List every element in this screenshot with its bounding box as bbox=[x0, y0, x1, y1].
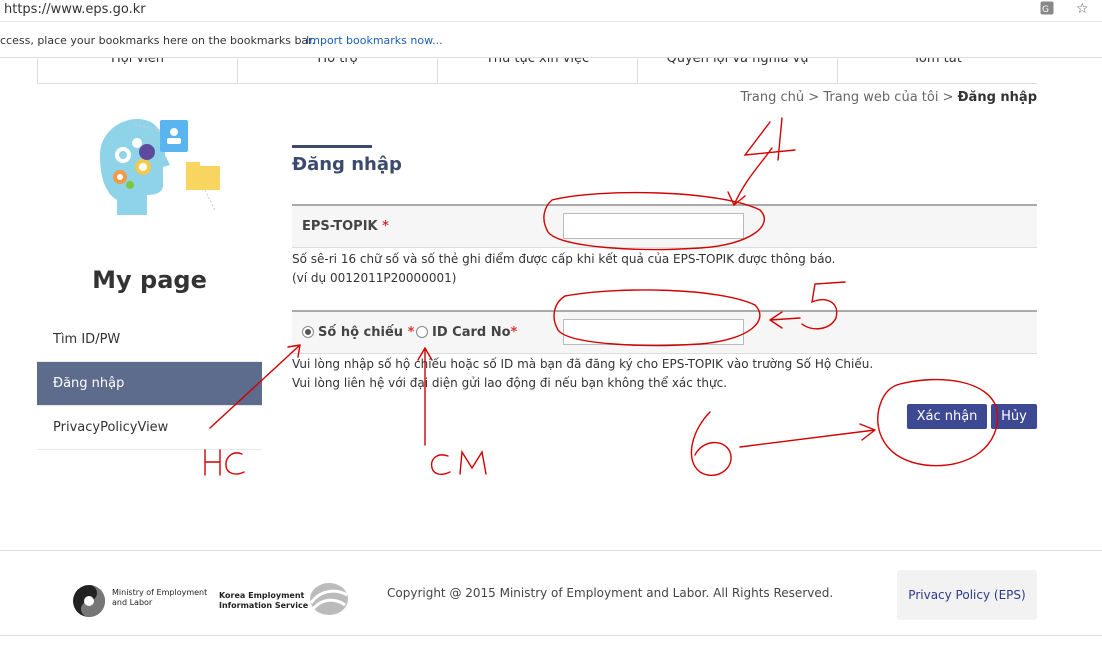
ministry-emblem-icon bbox=[73, 585, 105, 617]
breadcrumb: Trang chủ > Trang web của tôi > Đăng nhậ… bbox=[740, 90, 1037, 105]
head-gears-illustration bbox=[100, 119, 220, 215]
sidebar-item-find-id[interactable]: Tìm ID/PW bbox=[37, 318, 262, 362]
sidebar-item-privacy-policy[interactable]: PrivacyPolicyView bbox=[37, 406, 262, 450]
passport-radio[interactable] bbox=[302, 326, 314, 338]
passport-input[interactable] bbox=[563, 319, 744, 345]
keis-emblem-icon bbox=[309, 583, 348, 615]
address-bar[interactable]: https://www.eps.go.kr G ☆ bbox=[0, 0, 1102, 22]
annotation-digit-6 bbox=[690, 411, 732, 477]
id-help-text: Vui lòng nhập số hộ chiếu hoặc số ID mà … bbox=[292, 357, 874, 390]
import-bookmarks-link[interactable]: Import bookmarks now... bbox=[306, 34, 443, 47]
breadcrumb-home[interactable]: Trang chủ bbox=[741, 90, 805, 105]
breadcrumb-current: Đăng nhập bbox=[957, 90, 1037, 105]
bookmark-star-icon[interactable]: ☆ bbox=[1076, 1, 1089, 17]
sidebar-menu: Tìm ID/PW Đăng nhập PrivacyPolicyView bbox=[37, 318, 262, 450]
main-nav: Hội viên Hỗ trợ Thủ tục xin việc Quyền l… bbox=[37, 58, 1037, 84]
svg-text:G: G bbox=[1042, 5, 1049, 15]
footer: Ministry of Employment and Labor Korea E… bbox=[0, 550, 1102, 636]
eps-help-text: Số sê-ri 16 chữ số và số thẻ ghi điểm đư… bbox=[292, 252, 836, 285]
id-row: Số hộ chiếu * ID Card No* bbox=[292, 310, 1037, 354]
annotation-letters-hc bbox=[204, 449, 245, 476]
passport-label[interactable]: Số hộ chiếu * bbox=[318, 325, 414, 340]
breadcrumb-mypage[interactable]: Trang web của tôi bbox=[823, 90, 938, 105]
title-accent-bar bbox=[292, 145, 372, 148]
eps-topik-label: EPS-TOPIK * bbox=[302, 219, 389, 234]
annotation-arrow-6 bbox=[739, 423, 876, 448]
eps-topik-input[interactable] bbox=[563, 213, 744, 239]
eps-topik-row: EPS-TOPIK * bbox=[292, 204, 1037, 248]
idcard-radio[interactable] bbox=[416, 326, 428, 338]
page-title: Đăng nhập bbox=[292, 154, 402, 175]
nav-item-support[interactable]: Hỗ trợ bbox=[237, 58, 437, 84]
translate-icon[interactable]: G bbox=[1040, 1, 1054, 19]
sidebar-item-login[interactable]: Đăng nhập bbox=[37, 362, 262, 406]
ministry-logo: Ministry of Employment and Labor bbox=[72, 584, 207, 622]
privacy-policy-link[interactable]: Privacy Policy (EPS) bbox=[897, 570, 1037, 620]
annotation-digit-4 bbox=[743, 117, 796, 161]
nav-item-member[interactable]: Hội viên bbox=[37, 58, 237, 84]
sidebar-title: My page bbox=[92, 266, 207, 294]
nav-item-rights[interactable]: Quyền lợi và nghĩa vụ bbox=[637, 58, 837, 84]
nav-item-job-procedure[interactable]: Thủ tục xin việc bbox=[437, 58, 637, 84]
bookmarks-hint: ccess, place your bookmarks here on the … bbox=[0, 34, 316, 47]
confirm-button[interactable]: Xác nhận bbox=[907, 404, 987, 429]
annotation-arrow-4 bbox=[727, 147, 773, 206]
nav-item-summary[interactable]: Tóm tắt bbox=[837, 58, 1037, 84]
cancel-button[interactable]: Hủy bbox=[991, 404, 1037, 429]
keis-name: Korea Employment Information Service bbox=[219, 591, 309, 610]
bookmarks-bar: ccess, place your bookmarks here on the … bbox=[0, 22, 1102, 58]
copyright-text: Copyright @ 2015 Ministry of Employment … bbox=[387, 586, 834, 600]
idcard-label[interactable]: ID Card No* bbox=[432, 325, 517, 340]
ministry-name: Ministry of Employment and Labor bbox=[112, 588, 208, 607]
annotation-letters-cm bbox=[430, 449, 487, 476]
url-text[interactable]: https://www.eps.go.kr bbox=[4, 2, 146, 17]
